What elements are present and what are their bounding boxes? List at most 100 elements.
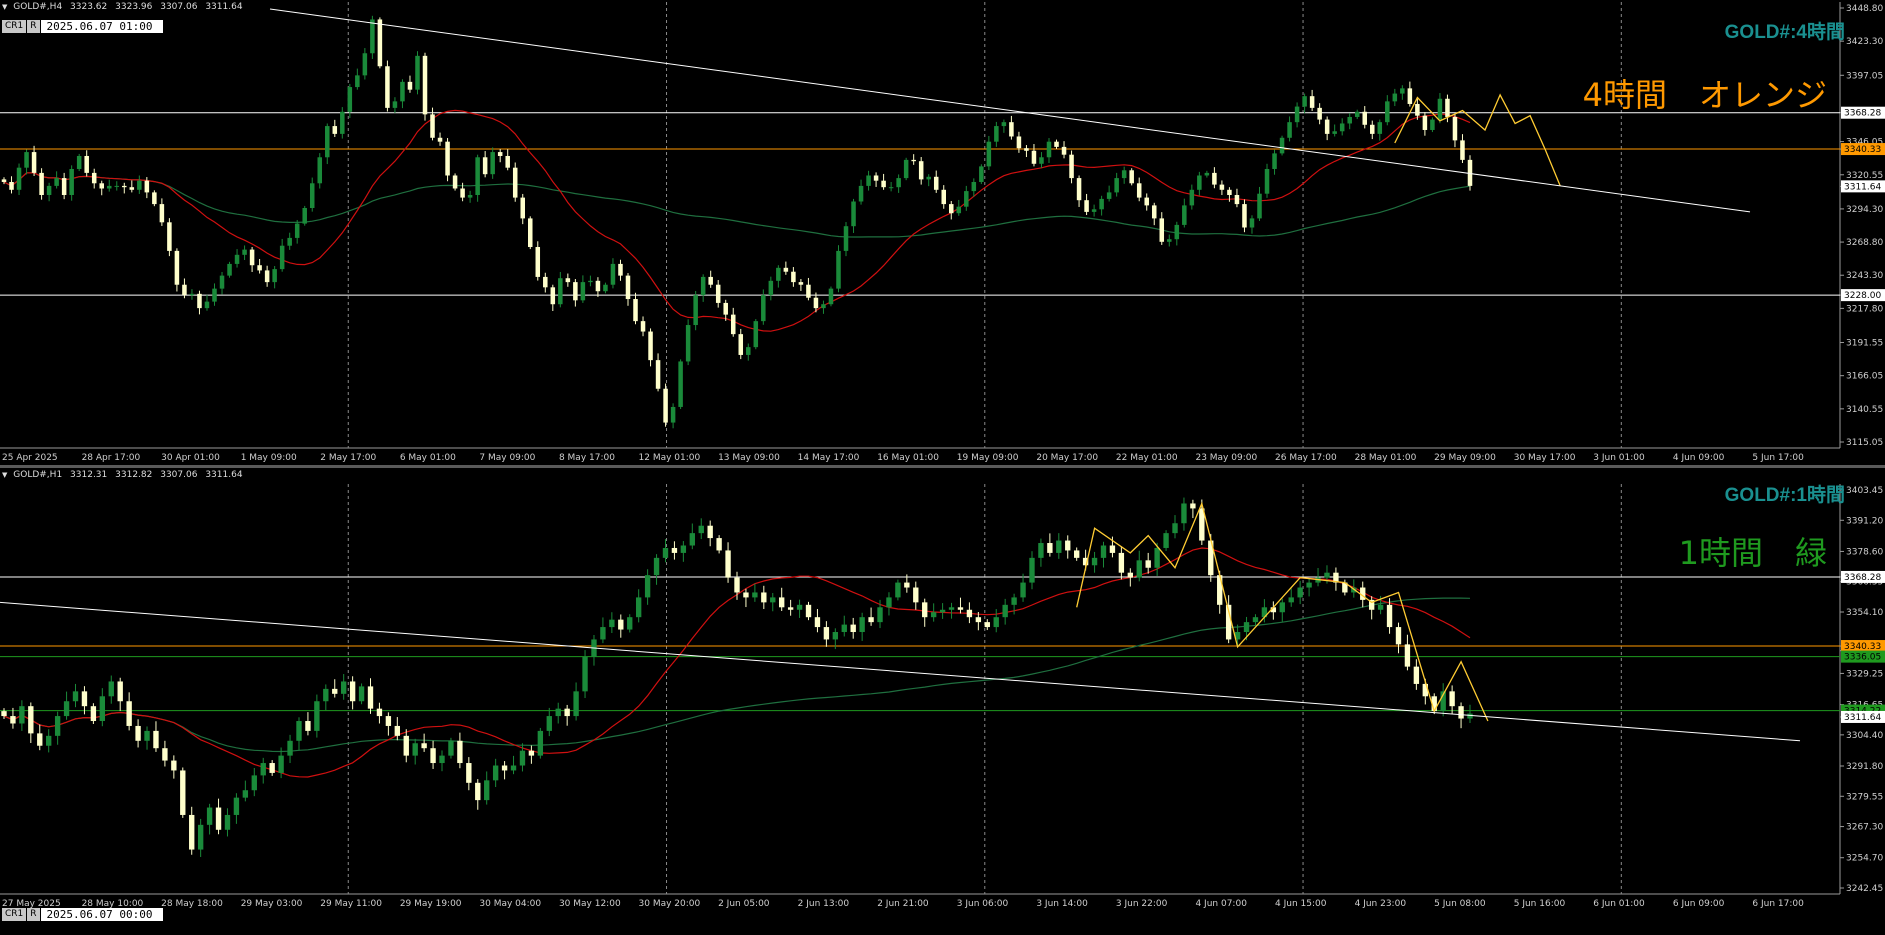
h1-candle-body <box>1190 503 1196 509</box>
h4-x-tick-label: 3 Jun 01:00 <box>1593 453 1645 463</box>
h4-x-tick-label: 20 May 17:00 <box>1036 453 1098 463</box>
h4-x-tick-label: 28 May 01:00 <box>1355 453 1417 463</box>
h1-candle-body <box>28 706 34 734</box>
h4-date-tag: CR1 R 2025.06.07 01:00 <box>2 20 163 33</box>
h1-candle-body <box>707 525 713 539</box>
h4-candle-body <box>1009 122 1014 137</box>
collapse-triangle-icon[interactable]: ▼ <box>2 471 7 479</box>
h4-candle-body <box>655 360 661 389</box>
h1-price-level-label: 3340.33 <box>1844 642 1881 652</box>
h4-trend-line <box>269 8 1751 213</box>
h1-candle-body <box>627 617 633 630</box>
h4-tag-cr1[interactable]: CR1 <box>2 20 27 33</box>
h1-candle-body <box>787 607 794 610</box>
h1-candle-body <box>832 632 839 640</box>
h4-candle-body <box>392 101 398 108</box>
h4-candle-body <box>1407 88 1413 104</box>
h1-candle-body <box>555 708 561 717</box>
h4-candle-body <box>219 275 225 289</box>
h1-candle-body <box>1145 560 1151 568</box>
h1-x-tick-label: 4 Jun 23:00 <box>1355 899 1407 909</box>
h4-candle-body <box>1302 96 1307 107</box>
h4-chart-panel[interactable]: 25 Apr 2025 28 Apr 17:00 30 Apr 01:00 1 May… <box>0 0 1885 465</box>
h4-candle-body <box>918 161 924 180</box>
h1-candle-body <box>1181 503 1187 524</box>
h4-candle-body <box>791 271 796 283</box>
h4-candle-body <box>1437 98 1443 120</box>
h1-candle-body <box>341 681 347 694</box>
h4-candle-body <box>1167 239 1172 242</box>
h1-candle-body <box>895 582 901 598</box>
h4-candle-body <box>670 406 676 423</box>
h4-candle-body <box>1106 192 1112 199</box>
h4-y-tick-label: 3191.55 <box>1846 339 1883 349</box>
h1-tag-cr1[interactable]: CR1 <box>2 908 27 921</box>
h4-candle-body <box>550 287 556 305</box>
h1-candle-body <box>1047 543 1053 553</box>
h4-annotation-label: 4時間 オレンジ <box>1582 76 1827 114</box>
h1-tag-r[interactable]: R <box>27 908 40 921</box>
h1-candle-body <box>582 656 588 692</box>
h1-candle-body <box>635 597 642 618</box>
h1-candle-body <box>412 743 418 756</box>
h4-x-tick-label: 26 May 17:00 <box>1275 453 1337 463</box>
h1-candle-body <box>466 763 472 783</box>
h1-chart-panel[interactable]: 27 May 2025 28 May 10:00 28 May 18:00 29 Ma… <box>0 468 1885 935</box>
h1-chart-canvas[interactable]: 27 May 2025 28 May 10:00 28 May 18:00 29 Ma… <box>0 468 1885 935</box>
h4-tag-r[interactable]: R <box>27 20 40 33</box>
h1-candle-body <box>1297 587 1303 598</box>
h1-candle-body <box>573 691 579 717</box>
h1-candle-body <box>108 681 114 697</box>
h1-candle-body <box>305 721 311 731</box>
h4-candle-body <box>46 185 52 195</box>
h1-candle-body <box>421 743 427 749</box>
h1-candle-body <box>448 740 454 756</box>
h1-annotation-label: 1時間 緑 <box>1678 534 1827 572</box>
h1-x-tick-label: 6 Jun 09:00 <box>1673 899 1725 909</box>
h4-candle-body <box>1204 172 1210 176</box>
h1-ohlc-info: ▼ GOLD#,H1 3312.31 3312.82 3307.06 3311.… <box>2 470 248 480</box>
h4-candle-body <box>708 276 713 285</box>
h1-candle-body <box>117 681 123 702</box>
h4-candle-body <box>9 181 14 190</box>
h1-candle-body <box>716 538 722 551</box>
h1-candle-body <box>1458 706 1464 719</box>
h4-symbol-label: GOLD#:4時間 <box>1724 22 1845 43</box>
h4-candle-body <box>949 204 954 214</box>
h1-candle-body <box>492 765 499 781</box>
h4-candle-body <box>1024 148 1029 151</box>
h4-candle-body <box>588 280 593 283</box>
h4-x-tick-label: 22 May 01:00 <box>1116 453 1178 463</box>
h4-candle-body <box>971 181 977 192</box>
h4-x-tick-label: 6 May 01:00 <box>400 453 456 463</box>
h4-candle-body <box>347 87 353 112</box>
h4-candle-body <box>159 204 165 223</box>
h4-candle-body <box>994 126 999 142</box>
h4-candle-body <box>1136 183 1142 198</box>
h1-close: 3311.64 <box>205 470 243 480</box>
h1-candle-body <box>805 604 812 618</box>
h1-candle-body <box>501 765 508 771</box>
h1-candle-body <box>984 622 990 628</box>
collapse-triangle-icon[interactable]: ▼ <box>2 3 7 11</box>
h1-candle-body <box>349 681 356 702</box>
h4-candle-body <box>1445 98 1450 117</box>
h1-candle-body <box>1288 597 1294 603</box>
h1-candle-body <box>609 619 615 628</box>
h4-candle-body <box>1430 119 1435 130</box>
h1-candle-body <box>653 557 660 576</box>
h1-candle-body <box>993 617 999 628</box>
h1-x-tick-label: 6 Jun 17:00 <box>1752 899 1804 909</box>
h1-y-tick-label: 3391.20 <box>1846 516 1883 526</box>
h4-candle-body <box>866 175 871 186</box>
h1-candle-body <box>332 688 338 694</box>
h1-candle-body <box>242 790 249 798</box>
h4-candle-body <box>543 276 548 288</box>
h1-candle-body <box>81 691 88 707</box>
h4-candle-body <box>911 159 916 162</box>
h4-y-tick-label: 3115.05 <box>1846 438 1883 448</box>
h4-candle-body <box>1114 178 1119 193</box>
h4-candle-body <box>730 314 736 335</box>
h1-candle-body <box>439 755 445 764</box>
h1-candle-body <box>886 597 892 608</box>
